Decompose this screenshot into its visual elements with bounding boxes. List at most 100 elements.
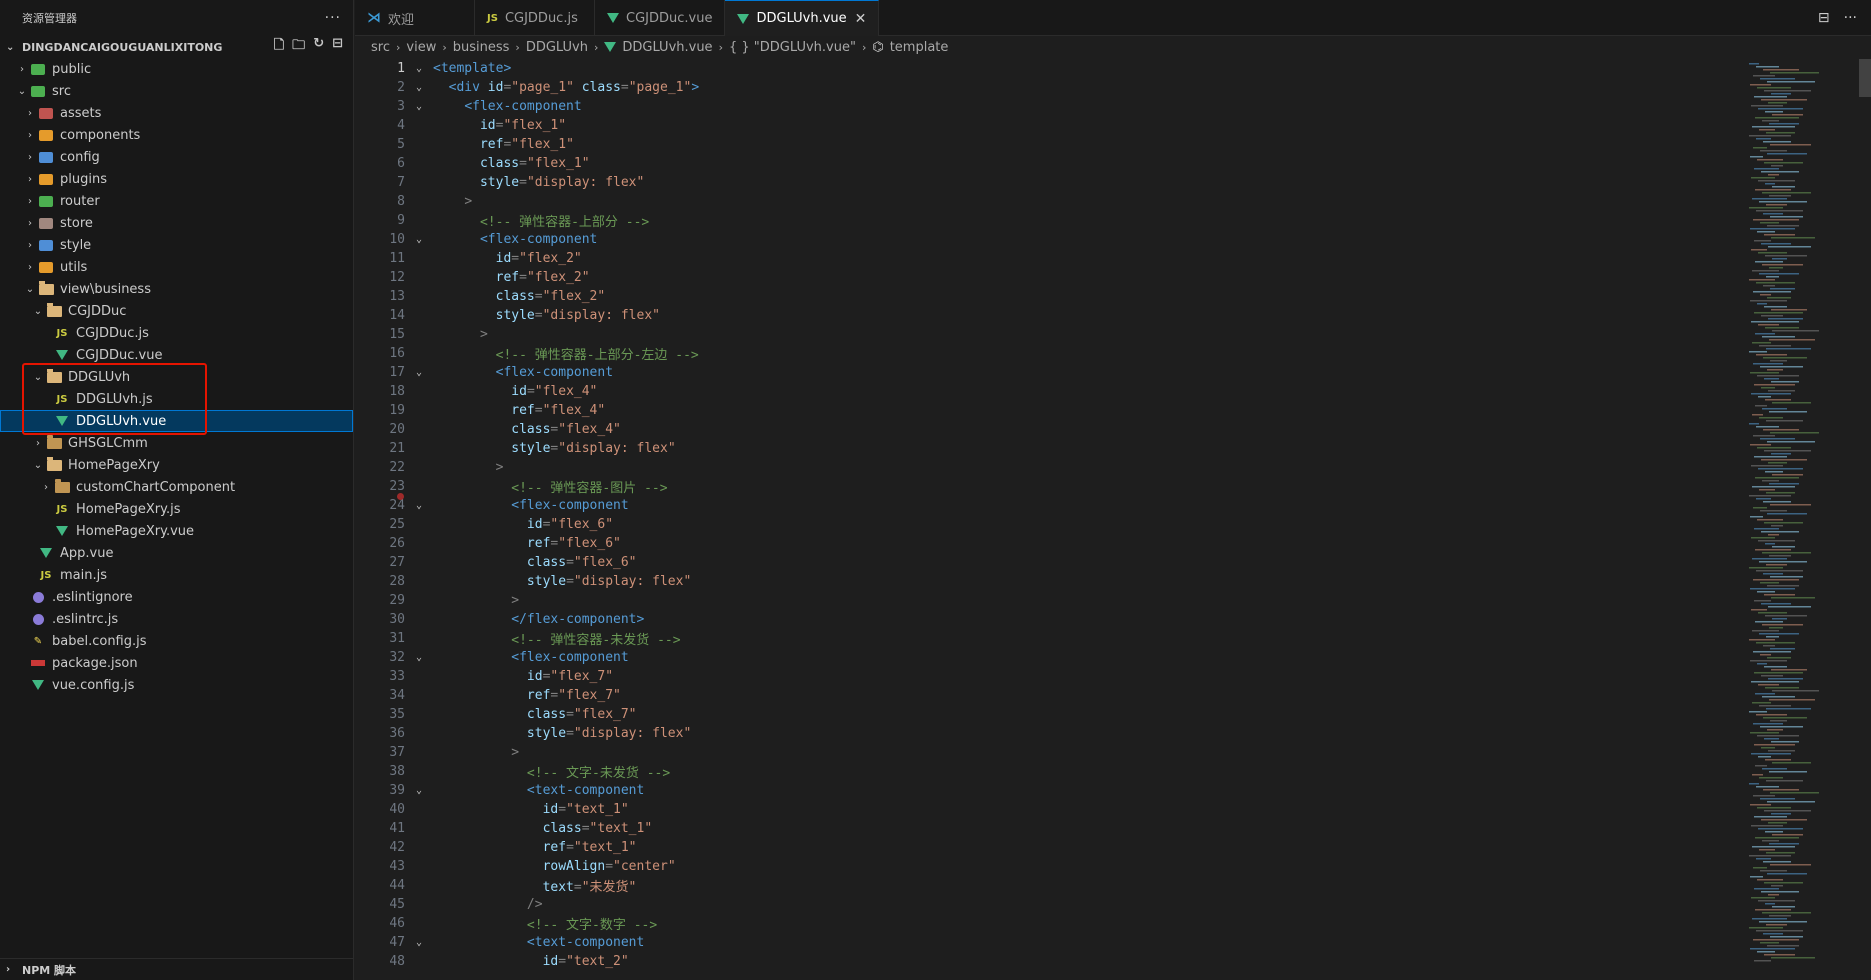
tree-item[interactable]: App.vue xyxy=(0,542,353,564)
code-line[interactable]: 24 ⌄ <flex-component xyxy=(355,496,1735,515)
tree-item[interactable]: JS CGJDDuc.js xyxy=(0,322,353,344)
code-line[interactable]: 6 class="flex_1" xyxy=(355,154,1735,173)
code-line[interactable]: 11 id="flex_2" xyxy=(355,249,1735,268)
minimap[interactable] xyxy=(1741,59,1871,980)
code-line[interactable]: 15 > xyxy=(355,325,1735,344)
code-line[interactable]: 1 ⌄ <template> xyxy=(355,59,1735,78)
code-line[interactable]: 40 id="text_1" xyxy=(355,800,1735,819)
code-line[interactable]: 20 class="flex_4" xyxy=(355,420,1735,439)
breakpoint-icon[interactable] xyxy=(397,492,404,500)
code-line[interactable]: 12 ref="flex_2" xyxy=(355,268,1735,287)
code-line[interactable]: 8 > xyxy=(355,192,1735,211)
tree-item[interactable]: DDGLUvh.vue xyxy=(0,410,353,432)
breadcrumb-item[interactable]: DDGLUvh xyxy=(526,40,588,55)
editor-more-icon[interactable]: ··· xyxy=(1844,10,1857,26)
new-file-icon[interactable]: 🗋 xyxy=(274,36,284,58)
breadcrumb-item[interactable]: template xyxy=(890,40,949,55)
fold-chevron-icon[interactable]: ⌄ xyxy=(405,234,433,245)
code-line[interactable]: 25 id="flex_6" xyxy=(355,515,1735,534)
code-line[interactable]: 14 style="display: flex" xyxy=(355,306,1735,325)
fold-chevron-icon[interactable]: ⌄ xyxy=(405,785,433,796)
fold-chevron-icon[interactable]: ⌄ xyxy=(405,937,433,948)
code-line[interactable]: 4 id="flex_1" xyxy=(355,116,1735,135)
split-editor-icon[interactable]: ⊟ xyxy=(1818,10,1830,26)
npm-scripts-section[interactable]: › NPM 脚本 xyxy=(0,958,354,980)
tree-item[interactable]: › components xyxy=(0,124,353,146)
code-line[interactable]: 22 > xyxy=(355,458,1735,477)
tree-item[interactable]: › plugins xyxy=(0,168,353,190)
breadcrumb-item[interactable]: DDGLUvh.vue xyxy=(622,40,712,55)
tree-item[interactable]: › public xyxy=(0,58,353,80)
fold-chevron-icon[interactable]: ⌄ xyxy=(405,101,433,112)
code-line[interactable]: 21 style="display: flex" xyxy=(355,439,1735,458)
tree-item[interactable]: HomePageXry.vue xyxy=(0,520,353,542)
code-line[interactable]: 23 <!-- 弹性容器-图片 --> xyxy=(355,477,1735,500)
code-line[interactable]: 34 ref="flex_7" xyxy=(355,686,1735,705)
code-line[interactable]: 47 ⌄ <text-component xyxy=(355,933,1735,952)
tree-item[interactable]: ⌄ view\business xyxy=(0,278,353,300)
editor-tab[interactable]: ⋊ 欢迎 xyxy=(355,0,475,36)
code-line[interactable]: 10 ⌄ <flex-component xyxy=(355,230,1735,249)
code-line[interactable]: 43 rowAlign="center" xyxy=(355,857,1735,876)
fold-chevron-icon[interactable]: ⌄ xyxy=(405,63,433,74)
code-line[interactable]: 5 ref="flex_1" xyxy=(355,135,1735,154)
editor-tab[interactable]: DDGLUvh.vue ✕ xyxy=(725,0,880,36)
code-line[interactable]: 19 ref="flex_4" xyxy=(355,401,1735,420)
code-editor[interactable]: 1 ⌄ <template> 2 ⌄ <div id="page_1" class="p… xyxy=(355,59,1735,980)
code-line[interactable]: 39 ⌄ <text-component xyxy=(355,781,1735,800)
code-line[interactable]: 45 /> xyxy=(355,895,1735,914)
fold-chevron-icon[interactable]: ⌄ xyxy=(405,500,433,511)
code-line[interactable]: 44 text="未发货" xyxy=(355,876,1735,895)
tree-item[interactable]: › config xyxy=(0,146,353,168)
tree-item[interactable]: ⌄ src xyxy=(0,80,353,102)
tree-item[interactable]: › utils xyxy=(0,256,353,278)
code-line[interactable]: 46 <!-- 文字-数字 --> xyxy=(355,914,1735,933)
fold-chevron-icon[interactable]: ⌄ xyxy=(405,82,433,93)
breadcrumb-item[interactable]: src xyxy=(371,40,390,55)
code-line[interactable]: 29 > xyxy=(355,591,1735,610)
tree-item[interactable]: ✎ babel.config.js xyxy=(0,630,353,652)
more-actions-icon[interactable]: ··· xyxy=(325,10,341,26)
code-line[interactable]: 2 ⌄ <div id="page_1" class="page_1"> xyxy=(355,78,1735,97)
tree-item[interactable]: JS DDGLUvh.js xyxy=(0,388,353,410)
code-line[interactable]: 31 <!-- 弹性容器-未发货 --> xyxy=(355,629,1735,648)
tree-item[interactable]: › router xyxy=(0,190,353,212)
code-line[interactable]: 33 id="flex_7" xyxy=(355,667,1735,686)
code-line[interactable]: 36 style="display: flex" xyxy=(355,724,1735,743)
code-line[interactable]: 18 id="flex_4" xyxy=(355,382,1735,401)
scrollbar-thumb[interactable] xyxy=(1859,59,1871,97)
code-line[interactable]: 9 <!-- 弹性容器-上部分 --> xyxy=(355,211,1735,230)
project-root[interactable]: ⌄ DINGDANCAIGOUGUANLIXITONG 🗋 🗀 ↻ ⊟ xyxy=(0,36,353,58)
editor-tab[interactable]: JS CGJDDuc.js xyxy=(475,0,595,36)
code-line[interactable]: 48 id="text_2" xyxy=(355,952,1735,971)
tree-item[interactable]: › style xyxy=(0,234,353,256)
tree-item[interactable]: JS main.js xyxy=(0,564,353,586)
fold-chevron-icon[interactable]: ⌄ xyxy=(405,652,433,663)
tree-item[interactable]: JS HomePageXry.js xyxy=(0,498,353,520)
code-line[interactable]: 7 style="display: flex" xyxy=(355,173,1735,192)
tree-item[interactable]: vue.config.js xyxy=(0,674,353,696)
tree-item[interactable]: › store xyxy=(0,212,353,234)
breadcrumb-item[interactable]: business xyxy=(453,40,510,55)
tree-item[interactable]: package.json xyxy=(0,652,353,674)
refresh-icon[interactable]: ↻ xyxy=(313,36,324,58)
code-line[interactable]: 38 <!-- 文字-未发货 --> xyxy=(355,762,1735,781)
new-folder-icon[interactable]: 🗀 xyxy=(292,36,305,58)
tree-item[interactable]: › customChartComponent xyxy=(0,476,353,498)
chevron-down-icon[interactable]: ⌄ xyxy=(6,42,22,53)
code-line[interactable]: 27 class="flex_6" xyxy=(355,553,1735,572)
tree-item[interactable]: › GHSGLCmm xyxy=(0,432,353,454)
tree-item[interactable]: .eslintrc.js xyxy=(0,608,353,630)
tree-item[interactable]: ⌄ DDGLUvh xyxy=(0,366,353,388)
close-icon[interactable]: ✕ xyxy=(855,11,867,27)
code-line[interactable]: 17 ⌄ <flex-component xyxy=(355,363,1735,382)
code-line[interactable]: 13 class="flex_2" xyxy=(355,287,1735,306)
tree-item[interactable]: .eslintignore xyxy=(0,586,353,608)
tree-item[interactable]: ⌄ CGJDDuc xyxy=(0,300,353,322)
code-line[interactable]: 30 </flex-component> xyxy=(355,610,1735,629)
code-line[interactable]: 3 ⌄ <flex-component xyxy=(355,97,1735,116)
fold-chevron-icon[interactable]: ⌄ xyxy=(405,367,433,378)
breadcrumb-item[interactable]: view xyxy=(406,40,436,55)
tree-item[interactable]: › assets xyxy=(0,102,353,124)
code-line[interactable]: 26 ref="flex_6" xyxy=(355,534,1735,553)
